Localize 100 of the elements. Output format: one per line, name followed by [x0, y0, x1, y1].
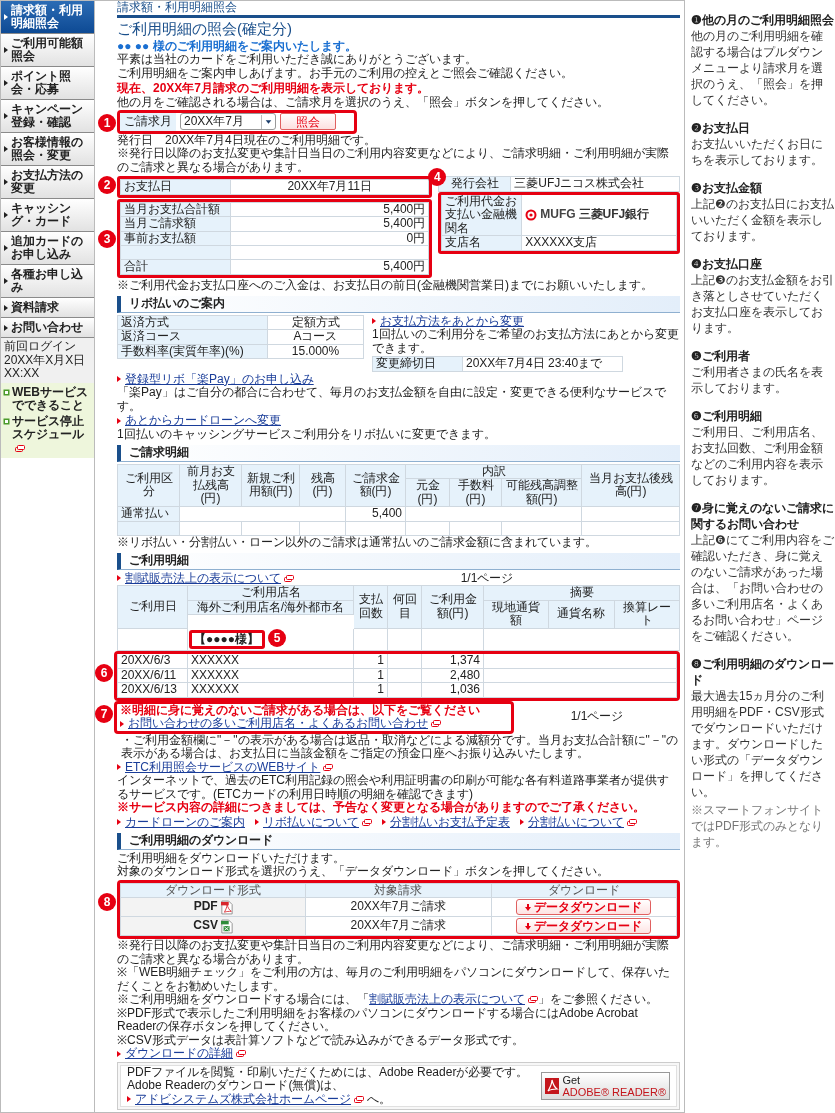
triangle-bullet-icon — [117, 819, 121, 826]
link[interactable]: ETC利用照会サービスのWEBサイト — [125, 760, 334, 774]
month-dropdown[interactable]: 20XX年7月 — [180, 113, 276, 131]
triangle-bullet-icon — [4, 278, 8, 284]
sidebar-item[interactable]: ご利用可能額照会 — [1, 34, 94, 67]
column-header: ご利用金額(円) — [422, 586, 484, 629]
link[interactable]: ダウンロードの詳細 — [125, 1047, 246, 1061]
triangle-bullet-icon — [382, 819, 386, 826]
table-cell: 20XX/6/11 — [118, 668, 188, 683]
note-text: ※「WEB明細チェック」をご利用の方は、毎月のご利用明細をパソコンにダウンロードして、保存いただくことをお勧めいたします。 — [117, 966, 672, 993]
number-badge: 5 — [268, 628, 286, 647]
intro-text: 平素は当社のカードをご利用いただき誠にありがとうございます。 — [117, 53, 478, 67]
triangle-bullet-icon — [520, 819, 524, 826]
sidebar-item[interactable]: お支払方法の変更 — [1, 166, 94, 199]
row-label: 当月お支払合計額 — [121, 202, 231, 217]
link[interactable]: 割賦販売法上の表示について — [369, 992, 538, 1006]
row-label: お支払日 — [121, 180, 231, 195]
user-name-cell: 【●●●●様】 — [189, 629, 265, 649]
bank-logo-text: MUFG — [540, 208, 576, 222]
info-text: PDFファイルを閲覧・印刷いただくためには、Adobe Readerが必要です。 — [127, 1065, 530, 1079]
adobe-logo-icon — [545, 1077, 560, 1094]
link[interactable]: あとからカードローンへ変更 — [125, 414, 281, 428]
link[interactable]: 登録型リボ「楽Pay」のお申し込み — [125, 372, 314, 386]
table-cell — [346, 521, 406, 536]
link[interactable]: 分割払いお支払予定表 — [390, 815, 510, 829]
download-button[interactable]: データダウンロード — [516, 918, 652, 934]
external-link-icon — [284, 574, 294, 582]
table-cell — [422, 628, 484, 651]
link[interactable]: サービス停止スケジュール — [12, 414, 92, 455]
guide-text: お支払いいただくお日にちを表示しております。 — [691, 136, 824, 168]
note-text: ※ご利用明細をダウンロードする場合には、「割賦販売法上の表示について 」をご参照ください。 — [117, 993, 659, 1007]
sidebar-item[interactable]: 追加カードのお申し込み — [1, 232, 94, 265]
inquiry-button[interactable]: 照会 — [280, 113, 336, 131]
guide-heading: ❹お支払口座 — [691, 256, 763, 272]
table-cell: 1 — [354, 668, 388, 683]
sidebar-item[interactable]: 資料請求 — [1, 298, 94, 318]
table-cell — [388, 683, 422, 698]
section-heading: ご利用明細のダウンロード — [117, 833, 680, 850]
download-button[interactable]: データダウンロード — [516, 899, 652, 915]
link[interactable]: お支払方法をあとから変更 — [380, 314, 524, 328]
column-header: ご請求金額(円) — [346, 464, 406, 507]
table-cell: 三菱UFJニコス株式会社 — [511, 177, 680, 192]
column-header: 手数料(円) — [450, 479, 502, 507]
table-cell: 通常払い — [118, 507, 180, 522]
row-label: 変更締切日 — [373, 357, 463, 372]
column-header: 何回目 — [388, 586, 422, 629]
adobe-reader-badge[interactable]: Get ADOBE® READER® — [541, 1071, 670, 1100]
table-cell: XXXXXX支店 — [522, 236, 677, 251]
guide-text: 上記❸のお支払金額をお引き落としさせていただくお支払口座を表示しております。 — [691, 272, 834, 336]
table-cell: 2,480 — [422, 668, 484, 683]
table-cell — [242, 521, 300, 536]
warning-text: ※明細に身に覚えのないご請求がある場合は、以下をご覧ください — [120, 703, 481, 717]
link[interactable]: リボ払いについて — [263, 815, 372, 829]
note-text: ・ご利用金額欄に"－"の表示がある場合は返品・取消などによる減額分です。当月お支払合計額に"－"の表示がある場合は、お支払日に当該金額をご指定の預金口座へお振り込みいたします。 — [120, 733, 680, 761]
triangle-bullet-icon — [4, 304, 8, 311]
sidebar-item[interactable]: お問い合わせ — [1, 318, 94, 338]
external-link-icon — [323, 763, 334, 771]
square-bullet-icon — [3, 417, 10, 425]
column-header: 換算レート — [614, 600, 680, 629]
billing-note: ※リボ払い・分割払い・ローン以外のご請求は通常払いのご請求金額に含まれています。 — [117, 535, 598, 549]
table-cell: XXXXXX — [188, 668, 354, 683]
format-label: CSV — [193, 919, 218, 933]
table-cell: 1,036 — [422, 683, 484, 698]
ring-logo-icon — [525, 208, 538, 221]
breadcrumb: 請求額・利用明細照会 — [117, 1, 680, 18]
page-title: ご利用明細の照会(確定分) — [117, 19, 293, 38]
greeting: ●● ●● 様のご利用明細をご案内いたします。 — [117, 39, 358, 53]
badge-text: ADOBE® READER® — [562, 1085, 666, 1098]
link[interactable]: 割賦販売法上の表示について — [125, 571, 294, 585]
guide-text: 最大過去15ヵ月分のご利用明細をPDF・CSV形式でダウンロードいただけます。ダウンロードしたい形式の「データダウンロード」を押してください。 — [691, 688, 826, 800]
sidebar-item[interactable]: ポイント照会・応募 — [1, 67, 94, 100]
guide-heading: ❺ご利用者 — [691, 348, 751, 364]
description-text: 1回払いのご利用分をご希望のお支払方法にあとから変更できます。 — [372, 328, 680, 355]
description-text: 1回払いのキャッシングサービスご利用分をリボ払いに変更できます。 — [117, 427, 497, 441]
link[interactable]: WEBサービスでできること — [12, 385, 92, 413]
triangle-bullet-icon — [4, 14, 8, 20]
triangle-bullet-icon — [127, 1096, 131, 1103]
link[interactable]: カードローンのご案内 — [125, 815, 245, 829]
sidebar-item[interactable]: キャッシング・カード — [1, 199, 94, 232]
down-arrow-icon — [525, 903, 532, 911]
table-cell — [388, 628, 422, 651]
note-text: ※PDF形式で表示したご利用明細をお客様のパソコンにダウンロードする場合にはAdobe Acrobat Readerの保存ボタンを押してください。 — [117, 1006, 639, 1034]
info-text: へ。 — [367, 1092, 391, 1106]
table-cell: 20XX年7月11日 — [231, 180, 430, 195]
triangle-bullet-icon — [4, 80, 8, 86]
sidebar-item[interactable]: 各種お申し込み — [1, 265, 94, 298]
link[interactable]: 分割払いについて — [528, 815, 637, 829]
triangle-bullet-icon — [117, 376, 121, 383]
guide-footnote: ※スマートフォンサイトではPDF形式のみとなります。 — [691, 802, 824, 850]
row-label: 支店名 — [442, 236, 523, 251]
sidebar-item[interactable]: 請求額・利用明細照会 — [1, 1, 94, 34]
link[interactable]: アドビシステムズ株式会社ホームページ — [135, 1092, 364, 1106]
sidebar-item[interactable]: お客様情報の照会・変更 — [1, 133, 94, 166]
guide-text: 上記❷のお支払日にお支払いいただく金額を表示しております。 — [691, 196, 834, 244]
link[interactable]: お問い合わせの多いご利用店名・よくあるお問い合わせ — [128, 717, 441, 731]
table-cell: 0円 — [231, 231, 430, 246]
triangle-bullet-icon — [4, 212, 8, 218]
table-cell: 5,400 — [346, 507, 406, 522]
page-indicator: 1/1ページ — [570, 710, 624, 724]
row-label: 当月ご請求額 — [121, 217, 231, 232]
